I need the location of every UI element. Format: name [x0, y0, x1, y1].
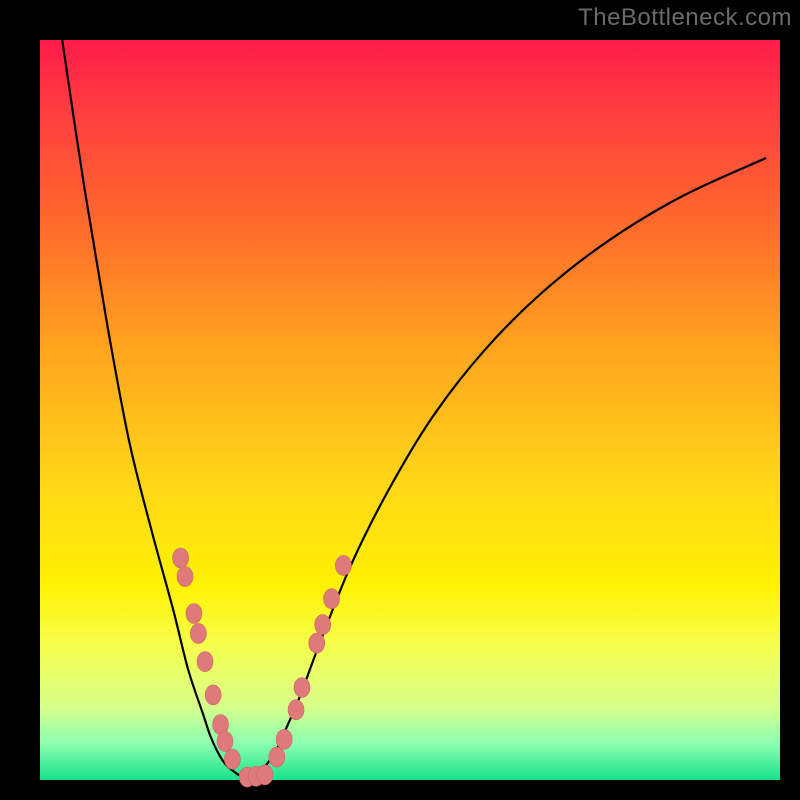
chart-frame: TheBottleneck.com — [0, 0, 800, 800]
bead-marker — [294, 678, 310, 698]
chart-svg — [40, 40, 780, 780]
curve-right — [247, 158, 765, 777]
bead-marker — [173, 548, 189, 568]
bead-marker — [186, 604, 202, 624]
bead-marker — [177, 567, 193, 587]
bead-marker — [324, 589, 340, 609]
bead-marker — [205, 685, 221, 705]
bead-marker — [288, 700, 304, 720]
watermark-text: TheBottleneck.com — [578, 4, 792, 32]
bead-marker — [197, 652, 213, 672]
bead-marker — [217, 732, 233, 752]
bead-marker — [276, 729, 292, 749]
bead-markers — [173, 548, 352, 787]
bead-marker — [315, 615, 331, 635]
bead-marker — [269, 747, 285, 767]
bead-marker — [335, 555, 351, 575]
curve-left — [62, 40, 247, 778]
bead-marker — [257, 765, 273, 785]
bead-marker — [224, 749, 240, 769]
plot-area — [40, 40, 780, 780]
bead-marker — [309, 633, 325, 653]
bead-marker — [190, 623, 206, 643]
